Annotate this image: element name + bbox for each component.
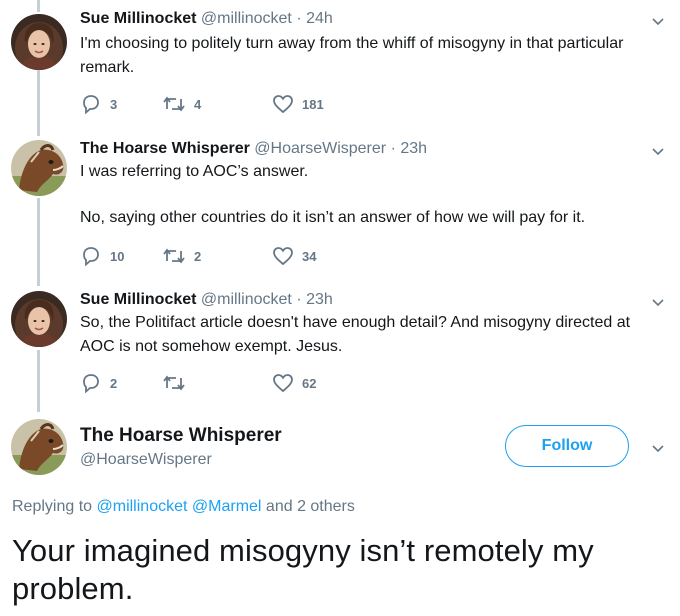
- tweet[interactable]: The Hoarse Whisperer @HoarseWisperer · 2…: [0, 138, 680, 278]
- author-handle[interactable]: @millinocket: [201, 10, 292, 27]
- chevron-down-icon[interactable]: [650, 144, 666, 160]
- heart-icon: [273, 374, 293, 393]
- like-count: 62: [302, 375, 317, 391]
- author-handle[interactable]: @HoarseWisperer: [254, 140, 386, 157]
- tweet-text-line: No, saying other countries do it isn’t a…: [80, 209, 586, 226]
- tweet-time[interactable]: · 24h: [296, 10, 332, 27]
- heart-icon: [273, 95, 293, 114]
- reply-handle-link[interactable]: @Marmel: [192, 498, 262, 515]
- reply-count: 3: [110, 96, 118, 112]
- reply-icon: [83, 374, 99, 393]
- tweet[interactable]: Sue Millinocket @millinocket · 24h I'm c…: [0, 8, 680, 120]
- retweet-button[interactable]: 4: [162, 94, 201, 114]
- like-button[interactable]: 34: [272, 246, 316, 266]
- tweet-text-line: I'm choosing to politely turn away from …: [80, 35, 624, 76]
- tweet-header: Sue Millinocket @millinocket · 24h: [80, 8, 333, 30]
- tweet-time[interactable]: · 23h: [391, 140, 427, 157]
- retweet-icon: [163, 248, 185, 264]
- author-name[interactable]: Sue Millinocket: [80, 10, 196, 27]
- chevron-down-icon[interactable]: [650, 441, 666, 457]
- chevron-down-icon[interactable]: [650, 14, 666, 30]
- retweet-count: 4: [194, 96, 202, 112]
- tweet-time[interactable]: · 23h: [296, 291, 332, 308]
- author-handle[interactable]: @millinocket: [201, 291, 292, 308]
- reply-handle-link[interactable]: @millinocket: [97, 498, 188, 515]
- retweet-count: 2: [194, 248, 202, 264]
- follow-button[interactable]: Follow: [505, 425, 629, 467]
- retweet-button[interactable]: 2: [162, 246, 201, 266]
- heart-icon: [273, 247, 293, 266]
- avatar[interactable]: [11, 140, 67, 196]
- reply-count: 10: [110, 248, 125, 264]
- reply-count: 2: [110, 375, 118, 391]
- retweet-icon: [163, 375, 185, 391]
- avatar[interactable]: [11, 419, 67, 475]
- main-author-name[interactable]: The Hoarse Whisperer: [80, 425, 282, 447]
- tweet-header: Sue Millinocket @millinocket · 23h: [80, 289, 333, 311]
- like-count: 34: [302, 248, 317, 264]
- author-name[interactable]: The Hoarse Whisperer: [80, 140, 250, 157]
- tweet-text: I was referring to AOC’s answer. No, say…: [80, 160, 660, 230]
- avatar[interactable]: [11, 291, 67, 347]
- retweet-button[interactable]: [162, 373, 194, 393]
- author-name[interactable]: Sue Millinocket: [80, 291, 196, 308]
- like-count: 181: [302, 96, 324, 112]
- tweet-header: The Hoarse Whisperer @HoarseWisperer · 2…: [80, 138, 427, 160]
- tweet-text-line: I was referring to AOC’s answer.: [80, 163, 309, 180]
- reply-icon: [83, 247, 99, 266]
- replying-to: Replying to @millinocket @Marmel and 2 o…: [12, 498, 355, 516]
- main-author-handle[interactable]: @HoarseWisperer: [80, 451, 212, 469]
- replying-to-others[interactable]: and 2 others: [266, 498, 355, 515]
- tweet[interactable]: Sue Millinocket @millinocket · 23h So, t…: [0, 289, 680, 401]
- reply-icon: [83, 95, 99, 114]
- main-tweet-text: Your imagined misogyny isn’t remotely my…: [12, 533, 594, 606]
- chevron-down-icon[interactable]: [650, 295, 666, 311]
- tweet-text-line: So, the Politifact article doesn't have …: [80, 314, 631, 355]
- avatar[interactable]: [11, 14, 67, 70]
- reply-button[interactable]: 10: [80, 246, 124, 266]
- like-button[interactable]: 62: [272, 373, 316, 393]
- reply-button[interactable]: 3: [80, 94, 117, 114]
- reply-button[interactable]: 2: [80, 373, 117, 393]
- like-button[interactable]: 181: [272, 94, 324, 114]
- replying-to-prefix: Replying to: [12, 498, 93, 515]
- retweet-icon: [163, 96, 185, 112]
- tweet-text: I'm choosing to politely turn away from …: [80, 32, 660, 80]
- tweet-text: So, the Politifact article doesn't have …: [80, 311, 660, 359]
